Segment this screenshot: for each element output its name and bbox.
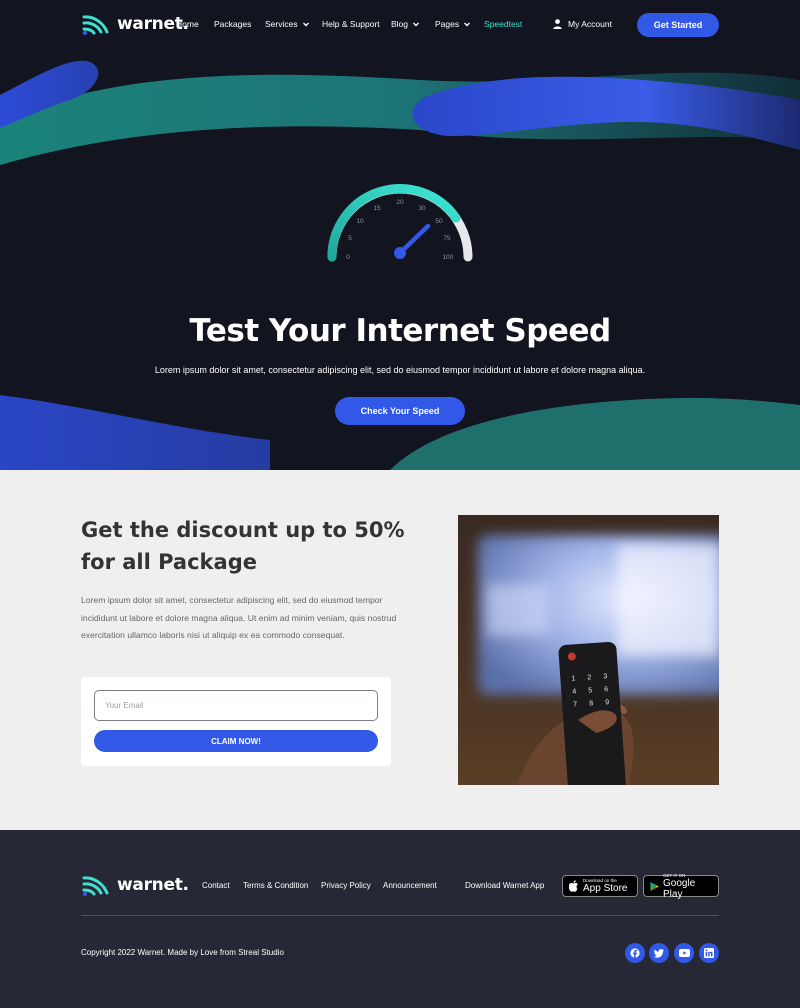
gauge-label-50: 50 — [435, 218, 443, 225]
hero-section: warnet. Home Packages Services Help & Su… — [0, 0, 800, 470]
facebook-link[interactable] — [625, 943, 645, 963]
footer-brand-logo[interactable]: warnet. — [81, 874, 189, 896]
get-started-button[interactable]: Get Started — [637, 13, 719, 37]
linkedin-link[interactable] — [699, 943, 719, 963]
gauge-label-75: 75 — [443, 235, 451, 242]
app-store-big-text: App Store — [583, 883, 628, 894]
remote-key-8: 8 — [589, 700, 593, 707]
footer-link-contact[interactable]: Contact — [202, 881, 230, 890]
hero-subtitle: Lorem ipsum dolor sit amet, consectetur … — [154, 365, 646, 375]
claim-now-button[interactable]: CLAIM NOW! — [94, 730, 378, 752]
nav-speedtest[interactable]: Speedtest — [484, 19, 522, 29]
apple-icon — [569, 880, 578, 892]
copyright-text: Copyright 2022 Warnet. Made by Love from… — [81, 948, 284, 957]
footer-divider — [81, 915, 719, 916]
google-play-big-text: Google Play — [663, 877, 696, 900]
nav-blog-label: Blog — [391, 19, 409, 29]
footer-link-terms[interactable]: Terms & Condition — [243, 881, 308, 890]
tv-remote-photo: 1 2 3 4 5 6 7 8 9 0 — [458, 515, 719, 785]
hero-title: Test Your Internet Speed — [189, 313, 611, 349]
youtube-icon — [678, 949, 690, 957]
google-play-badge[interactable]: GET IT ON Google Play — [643, 873, 719, 900]
remote-key-7: 7 — [573, 701, 577, 708]
email-input[interactable] — [94, 690, 378, 721]
gauge-label-100: 100 — [443, 254, 454, 261]
brand-logo[interactable]: warnet. — [81, 13, 189, 35]
discount-title: Get the discount up to 50% for all Packa… — [81, 518, 405, 574]
twitter-icon — [654, 948, 664, 958]
my-account-label: My Account — [568, 19, 612, 29]
linkedin-icon — [704, 948, 714, 958]
remote-key-9: 9 — [605, 699, 609, 706]
check-speed-button[interactable]: Check Your Speed — [335, 397, 465, 425]
top-navigation: warnet. Home Packages Services Help & Su… — [0, 0, 800, 50]
youtube-link[interactable] — [674, 943, 694, 963]
nav-pages[interactable]: Pages — [435, 19, 471, 29]
google-play-icon — [650, 881, 659, 891]
nav-blog[interactable]: Blog — [391, 19, 420, 29]
nav-services[interactable]: Services — [265, 19, 310, 29]
footer-link-privacy[interactable]: Privacy Policy — [321, 881, 371, 890]
app-store-text: Download on the App Store — [583, 878, 627, 894]
nav-services-label: Services — [265, 19, 298, 29]
nav-help-support[interactable]: Help & Support — [322, 19, 380, 29]
speedometer-gauge: 0 5 10 15 20 30 50 75 100 — [327, 184, 473, 262]
download-app-label: Download Warnet App — [465, 881, 545, 890]
twitter-link[interactable] — [649, 943, 669, 963]
user-icon — [553, 19, 562, 29]
remote-key-5: 5 — [588, 687, 592, 694]
remote-key-2: 2 — [587, 674, 591, 681]
discount-section: Get the discount up to 50% for all Packa… — [0, 470, 800, 830]
discount-description: Lorem ipsum dolor sit amet, consectetur … — [81, 595, 397, 641]
wifi-logo-icon — [82, 15, 109, 35]
gauge-label-10: 10 — [356, 218, 364, 225]
remote-key-1: 1 — [571, 675, 575, 682]
tv-remote-image: 1 2 3 4 5 6 7 8 9 0 — [458, 515, 719, 785]
nav-packages[interactable]: Packages — [214, 19, 251, 29]
remote-key-6: 6 — [604, 686, 608, 693]
google-play-text: GET IT ON Google Play — [663, 873, 712, 900]
gauge-label-20: 20 — [396, 199, 404, 206]
site-footer: warnet. Contact Terms & Condition Privac… — [0, 830, 800, 1008]
chevron-down-icon — [464, 22, 471, 27]
nav-pages-label: Pages — [435, 19, 460, 29]
my-account-link[interactable]: My Account — [553, 19, 612, 29]
app-store-badge[interactable]: Download on the App Store — [562, 875, 638, 897]
chevron-down-icon — [302, 22, 309, 27]
remote-key-3: 3 — [603, 673, 607, 680]
gauge-label-15: 15 — [373, 205, 381, 212]
gauge-label-0: 0 — [346, 254, 350, 261]
gauge-label-5: 5 — [348, 235, 352, 242]
footer-link-announcement[interactable]: Announcement — [383, 881, 437, 890]
chevron-down-icon — [413, 22, 420, 27]
facebook-icon — [630, 948, 640, 958]
nav-home[interactable]: Home — [176, 19, 199, 29]
gauge-label-30: 30 — [418, 205, 426, 212]
email-form-card: CLAIM NOW! — [81, 677, 391, 766]
remote-key-4: 4 — [572, 688, 576, 695]
wifi-logo-icon — [82, 876, 109, 896]
footer-brand-name: warnet. — [117, 875, 189, 895]
